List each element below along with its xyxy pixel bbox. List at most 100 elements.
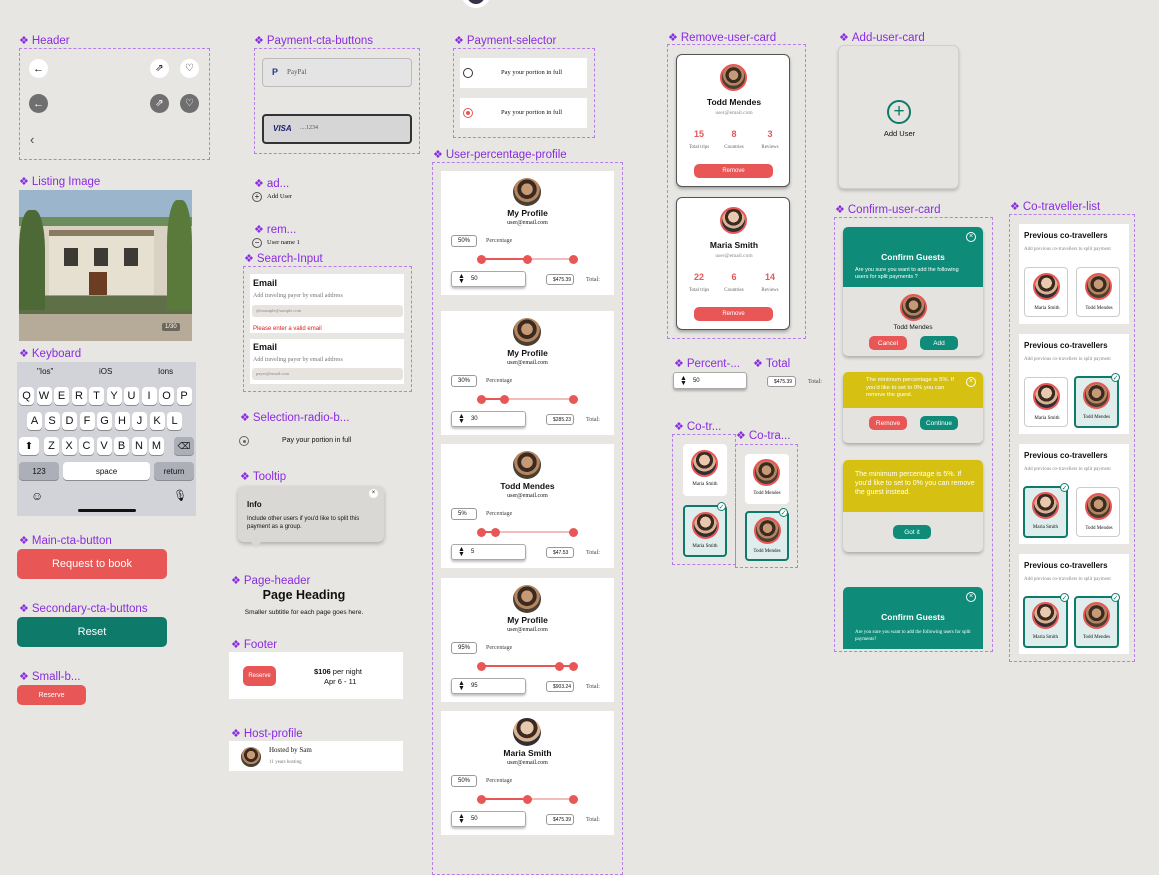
space-key[interactable]: space (63, 462, 150, 480)
co-traveller-tile-selected[interactable]: Maria Smith ✓ (683, 502, 727, 557)
key-j[interactable]: J (132, 412, 147, 430)
key-i[interactable]: I (141, 387, 157, 405)
remove-button[interactable]: Remove (694, 164, 773, 178)
key-y[interactable]: Y (106, 387, 122, 405)
reserve-small-button[interactable]: Reserve (17, 685, 86, 705)
chevron-left-icon[interactable]: ‹ (30, 132, 34, 147)
microphone-icon[interactable]: 🎙 (173, 489, 187, 502)
key-a[interactable]: A (27, 412, 42, 430)
key-u[interactable]: U (124, 387, 139, 405)
co-traveller-tile[interactable]: Todd Mendes (745, 454, 789, 504)
quantity-stepper[interactable]: ▲ ▼ 50 (451, 811, 526, 827)
key-q[interactable]: Q (19, 387, 34, 405)
slider-start-handle[interactable] (477, 795, 486, 804)
percent-input[interactable]: 30% (451, 375, 477, 387)
key-h[interactable]: H (114, 412, 130, 430)
slider-handle[interactable] (491, 528, 500, 537)
return-key[interactable]: return (154, 462, 194, 480)
close-icon[interactable]: × (966, 232, 976, 242)
radio-selected[interactable] (463, 108, 473, 118)
reserve-button[interactable]: Reserve (243, 666, 276, 686)
cancel-button[interactable]: Cancel (869, 336, 907, 350)
shift-key-icon[interactable]: ⬆ (19, 437, 39, 455)
remove-user-small[interactable]: − User name 1 (252, 238, 332, 250)
remove-button[interactable]: Remove (694, 307, 773, 321)
suggestion-3[interactable]: Ions (158, 367, 173, 376)
slider-start-handle[interactable] (477, 395, 486, 404)
visa-card-button[interactable]: VISA ....1234 (262, 114, 412, 144)
slider-start-handle[interactable] (477, 662, 486, 671)
key-n[interactable]: N (131, 437, 147, 455)
co-list-tile-selected[interactable]: Todd Mendes ✓ (1074, 373, 1120, 428)
paypal-button[interactable]: P PayPal (262, 58, 412, 87)
key-v[interactable]: V (96, 437, 112, 455)
co-list-tile-selected[interactable]: Todd Mendes ✓ (1074, 593, 1120, 648)
reset-button[interactable]: Reset (17, 617, 167, 647)
back-arrow-dark-icon[interactable]: ← (29, 94, 48, 113)
slider-handle[interactable] (500, 395, 509, 404)
heart-icon[interactable]: ♡ (180, 59, 199, 78)
co-traveller-tile[interactable]: Maria Smith (683, 444, 727, 496)
backspace-key-icon[interactable]: ⌫ (174, 437, 194, 455)
share-dark-icon[interactable]: ⇗ (150, 94, 169, 113)
slider-handle[interactable] (523, 795, 532, 804)
slider-end-handle[interactable] (569, 662, 578, 671)
co-list-tile-selected[interactable]: Maria Smith ✓ (1023, 483, 1069, 538)
emoji-icon[interactable]: ☺ (31, 489, 43, 503)
key-f[interactable]: F (79, 412, 95, 430)
share-icon[interactable]: ⇗ (150, 59, 169, 78)
back-arrow-icon[interactable]: ← (29, 59, 48, 78)
remove-button[interactable]: Remove (869, 416, 907, 430)
payment-option-2[interactable]: Pay your portion in full (460, 98, 587, 128)
key-x[interactable]: X (61, 437, 77, 455)
percent-input[interactable]: 50% (451, 235, 477, 247)
key-s[interactable]: S (44, 412, 60, 430)
key-e[interactable]: E (54, 387, 69, 405)
key-k[interactable]: K (149, 412, 165, 430)
key-d[interactable]: D (62, 412, 77, 430)
close-icon[interactable]: × (369, 489, 378, 498)
slider-end-handle[interactable] (569, 795, 578, 804)
percent-input[interactable]: 95% (451, 642, 477, 654)
co-list-tile[interactable]: Todd Mendes (1076, 487, 1120, 537)
percent-stepper[interactable]: ▲ ▼ 50 (673, 372, 747, 389)
suggestion-1[interactable]: "Ios" (37, 367, 53, 376)
slider-end-handle[interactable] (569, 528, 578, 537)
percent-input[interactable]: 50% (451, 775, 477, 787)
radio-button[interactable] (239, 436, 249, 446)
slider-start-handle[interactable] (477, 528, 486, 537)
percent-input[interactable]: 5% (451, 508, 477, 520)
add-user-card[interactable]: + Add User (838, 45, 959, 189)
slider-end-handle[interactable] (569, 395, 578, 404)
key-r[interactable]: R (71, 387, 87, 405)
email-field[interactable]: payer@email.com (252, 368, 403, 380)
key-b[interactable]: B (114, 437, 129, 455)
key-c[interactable]: C (79, 437, 94, 455)
quantity-stepper[interactable]: ▲ ▼ 5 (451, 544, 526, 560)
co-list-tile[interactable]: Maria Smith (1024, 267, 1068, 317)
numbers-key[interactable]: 123 (19, 462, 59, 480)
key-t[interactable]: T (89, 387, 104, 405)
co-list-tile[interactable]: Todd Mendes (1076, 267, 1120, 317)
key-m[interactable]: M (149, 437, 164, 455)
co-list-tile-selected[interactable]: Maria Smith ✓ (1023, 593, 1069, 648)
heart-dark-icon[interactable]: ♡ (180, 94, 199, 113)
request-to-book-button[interactable]: Request to book (17, 549, 167, 579)
radio-unselected[interactable] (463, 68, 473, 78)
close-icon[interactable]: × (966, 377, 976, 387)
key-z[interactable]: Z (44, 437, 59, 455)
co-traveller-tile-selected[interactable]: Todd Mendes ✓ (745, 508, 789, 561)
got-it-button[interactable]: Got it (893, 525, 931, 539)
key-w[interactable]: W (36, 387, 52, 405)
add-user-small[interactable]: + Add User (252, 192, 332, 204)
slider-handle[interactable] (555, 662, 564, 671)
quantity-stepper[interactable]: ▲ ▼ 30 (451, 411, 526, 427)
continue-button[interactable]: Continue (920, 416, 958, 430)
quantity-stepper[interactable]: ▲ ▼ 95 (451, 678, 526, 694)
key-l[interactable]: L (167, 412, 182, 430)
suggestion-2[interactable]: iOS (99, 367, 112, 376)
key-o[interactable]: O (159, 387, 174, 405)
close-icon[interactable]: × (966, 592, 976, 602)
co-list-tile[interactable]: Maria Smith (1024, 377, 1068, 427)
slider-end-handle[interactable] (569, 255, 578, 264)
